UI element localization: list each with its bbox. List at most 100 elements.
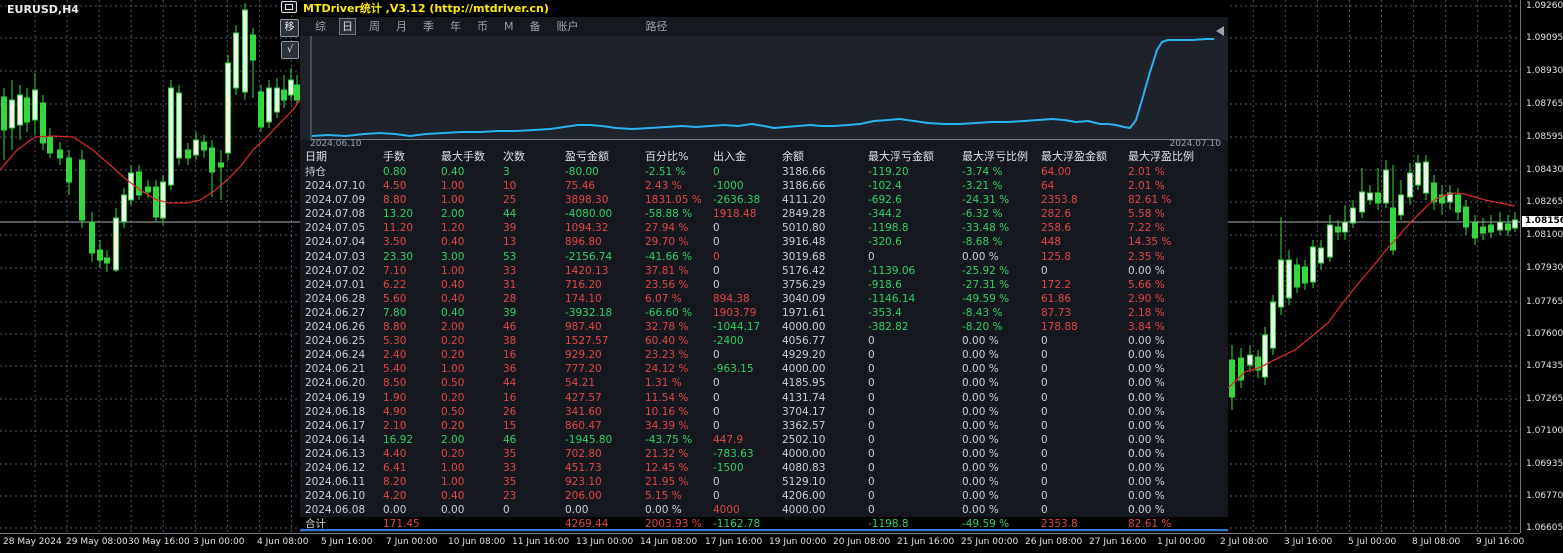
menu-item-yue[interactable]: 月 [394,19,409,34]
cell: 2024.06.21 [305,363,366,376]
cell: 0.00 [383,504,407,517]
cell: 0.40 [441,236,465,249]
cell: 448 [1041,236,1062,249]
table-row: 持仓 0.80 0.40 3 -80.00 -2.51 % 0 3186.66 -119.20 -… [300,165,1228,179]
cell: 3186.66 [782,166,826,178]
cell: 0.00 % [962,405,999,418]
cell: 2024.07.09 [305,194,366,207]
table-row: 2024.06.14 16.92 2.00 46 -1945.80 -43.75 % 447… [300,433,1228,447]
cell: 12.45 % [645,461,689,474]
cell: 5129.10 [782,476,826,489]
cell: 4000.00 [782,447,826,460]
cell: 21.95 % [645,476,689,489]
cell: 178.88 [1041,321,1078,334]
cell: 36 [503,363,517,376]
cell: -33.48 % [962,222,1010,235]
cell: 0 [868,250,875,263]
price-axis-label: 1.09095 [1526,33,1563,43]
table-row: 2024.07.01 6.22 0.40 31 716.20 23.56 % 0 3756.2… [300,278,1228,292]
time-axis-label: 17 Jun 16:00 [705,537,763,547]
cell: 5176.42 [782,264,826,277]
table-row: 2024.07.05 11.20 1.20 39 1094.32 27.94 % 0 5010… [300,221,1228,235]
cell: -963.15 [713,363,754,376]
table-row: 2024.07.02 7.10 1.00 33 1420.13 37.81 % 0 5176.… [300,264,1228,278]
table-row: 2024.06.20 8.50 0.50 44 54.21 1.31 % 0 4185.95 0… [300,376,1228,390]
stats-table: 日期 手数 最大手数 次数 盈亏金额 百分比% 出入金 余额 最大浮亏金额 最大浮亏比例 最大浮盈金… [300,149,1228,532]
table-row: 2024.06.26 8.80 2.00 46 987.40 32.78 % -1044.1… [300,320,1228,334]
table-row: 2024.06.13 4.40 0.20 35 702.80 21.32 % -783.63… [300,447,1228,461]
cell: 4.90 [383,405,407,418]
menu-item-ri[interactable]: 日 [339,18,356,35]
price-axis-label: 1.06770 [1526,491,1563,501]
cell: 0.20 [441,419,465,432]
cell: -2156.74 [565,250,613,263]
panel-bottom-divider [300,529,1228,531]
table-row: 2024.07.10 4.50 1.00 10 75.46 2.43 % -1000 3186… [300,179,1228,193]
cell: 14.35 % [1128,236,1172,249]
menu-item-nian[interactable]: 年 [448,19,463,34]
cell: 2024.06.10 [305,490,366,503]
cell: -783.63 [713,447,754,460]
cell: 0.00 % [962,476,999,489]
time-axis-label: 30 May 16:00 [128,537,190,547]
menu-item-bi[interactable]: 币 [475,19,490,34]
cell: -58.88 % [645,208,693,221]
cell: 0 [1041,433,1048,446]
panel-menu: 综日周月季年币 M 备账户 路径 [300,17,1228,36]
cell: -66.60 % [645,306,693,319]
cell: 60.40 % [645,335,689,348]
cell: 2.35 % [1128,250,1165,263]
cell: 0 [713,236,720,249]
move-panel-button[interactable]: 移 [280,19,299,37]
cell: 29.70 % [645,236,689,249]
cell: 61.86 [1041,292,1072,305]
cell: 1.90 [383,391,407,404]
cell: 3704.17 [782,405,826,418]
cell: 0.00 % [962,250,999,263]
cell: -25.92 % [962,264,1010,277]
cell: 3040.09 [782,292,826,305]
time-axis[interactable]: 28 May 2024 29 May 08:00 30 May 16:00 3 Jun… [0,533,1524,553]
column-header: 手数 [383,150,405,163]
menu-item-zhanghu[interactable]: 账户 [555,19,581,34]
cell: 64.00 [1041,166,1072,178]
time-axis-label: 29 May 08:00 [66,537,128,547]
cell: 6.07 % [645,292,682,305]
cell: 23.23 % [645,349,689,362]
chart-shift-marker-icon [1216,26,1224,36]
cell: 4.40 [383,447,407,460]
column-header: 最大浮亏比例 [962,150,1028,163]
confirm-button[interactable]: √ [281,41,299,59]
cell: 3.84 % [1128,321,1165,334]
column-header: 最大浮亏金额 [868,150,934,163]
cell: 16 [503,349,517,362]
cell: -1945.80 [565,433,613,446]
time-axis-label: 8 Jul 08:00 [1412,537,1461,547]
menu-item-ji[interactable]: 季 [421,19,436,34]
restore-window-icon[interactable] [281,1,297,13]
cell: 39 [503,306,517,319]
cell: -49.59 % [962,292,1010,305]
cell: 53 [503,250,517,263]
cell: 3362.57 [782,419,826,432]
cell: 2.10 [383,419,407,432]
cell: 13 [503,236,517,249]
price-axis-label: 1.08100 [1526,230,1563,240]
cell: 4131.74 [782,391,826,404]
cell: 702.80 [565,447,602,460]
menu-item-zong[interactable]: 综 [313,19,328,34]
menu-item-m[interactable]: M [502,19,516,34]
menu-item-lujing[interactable]: 路径 [644,19,670,34]
price-axis[interactable]: 1.09260 1.09095 1.08930 1.08765 1.08595 1.084… [1520,0,1563,533]
cell: 2024.06.26 [305,321,366,334]
cell: 0 [1041,405,1048,418]
cell: -692.6 [868,194,902,207]
cell: 0 [503,504,510,517]
cell: -80.00 [565,166,599,178]
cell: 0.20 [441,335,465,348]
cell: 2024.06.18 [305,405,366,418]
cell: 1971.61 [782,306,826,319]
time-axis-label: 3 Jul 16:00 [1284,537,1333,547]
menu-item-bei[interactable]: 备 [528,19,543,34]
menu-item-zhou[interactable]: 周 [367,19,382,34]
